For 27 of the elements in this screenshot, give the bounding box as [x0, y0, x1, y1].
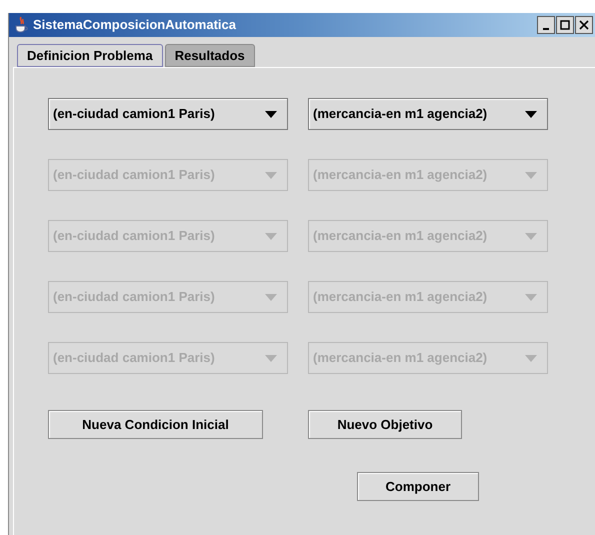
caret-icon — [525, 110, 537, 118]
window-title: SistemaComposicionAutomatica — [33, 16, 236, 34]
caret-icon — [265, 110, 277, 118]
minimize-button[interactable] — [537, 16, 555, 34]
caret-icon — [265, 172, 277, 178]
caret-icon — [265, 354, 277, 362]
caret-icon — [525, 172, 537, 178]
caret-icon — [525, 232, 537, 240]
caret-icon — [525, 354, 537, 362]
java-cup-icon — [13, 16, 29, 34]
dropdown-value: (mercancia-en m1 agencia2) — [313, 105, 488, 124]
caret-icon — [265, 294, 277, 300]
caret-icon — [525, 294, 537, 300]
dropdown[interactable]: (en-ciudad camion1 Paris) — [48, 98, 288, 130]
compose-button[interactable]: Componer — [357, 472, 479, 501]
close-button[interactable] — [575, 16, 593, 34]
close-icon — [579, 20, 589, 30]
new-goal-button[interactable]: Nuevo Objetivo — [308, 410, 462, 439]
maximize-button[interactable] — [556, 16, 574, 34]
new-initial-condition-button[interactable]: Nueva Condicion Inicial — [48, 410, 263, 439]
tab[interactable]: Definicion Problema — [17, 44, 163, 67]
minimize-icon — [543, 28, 549, 30]
caret-icon — [265, 232, 277, 240]
dropdown[interactable]: (mercancia-en m1 agencia2) — [308, 98, 548, 130]
maximize-icon — [560, 20, 570, 30]
tab[interactable]: Resultados — [164, 44, 255, 67]
dropdown-value: (en-ciudad camion1 Paris) — [53, 105, 215, 124]
